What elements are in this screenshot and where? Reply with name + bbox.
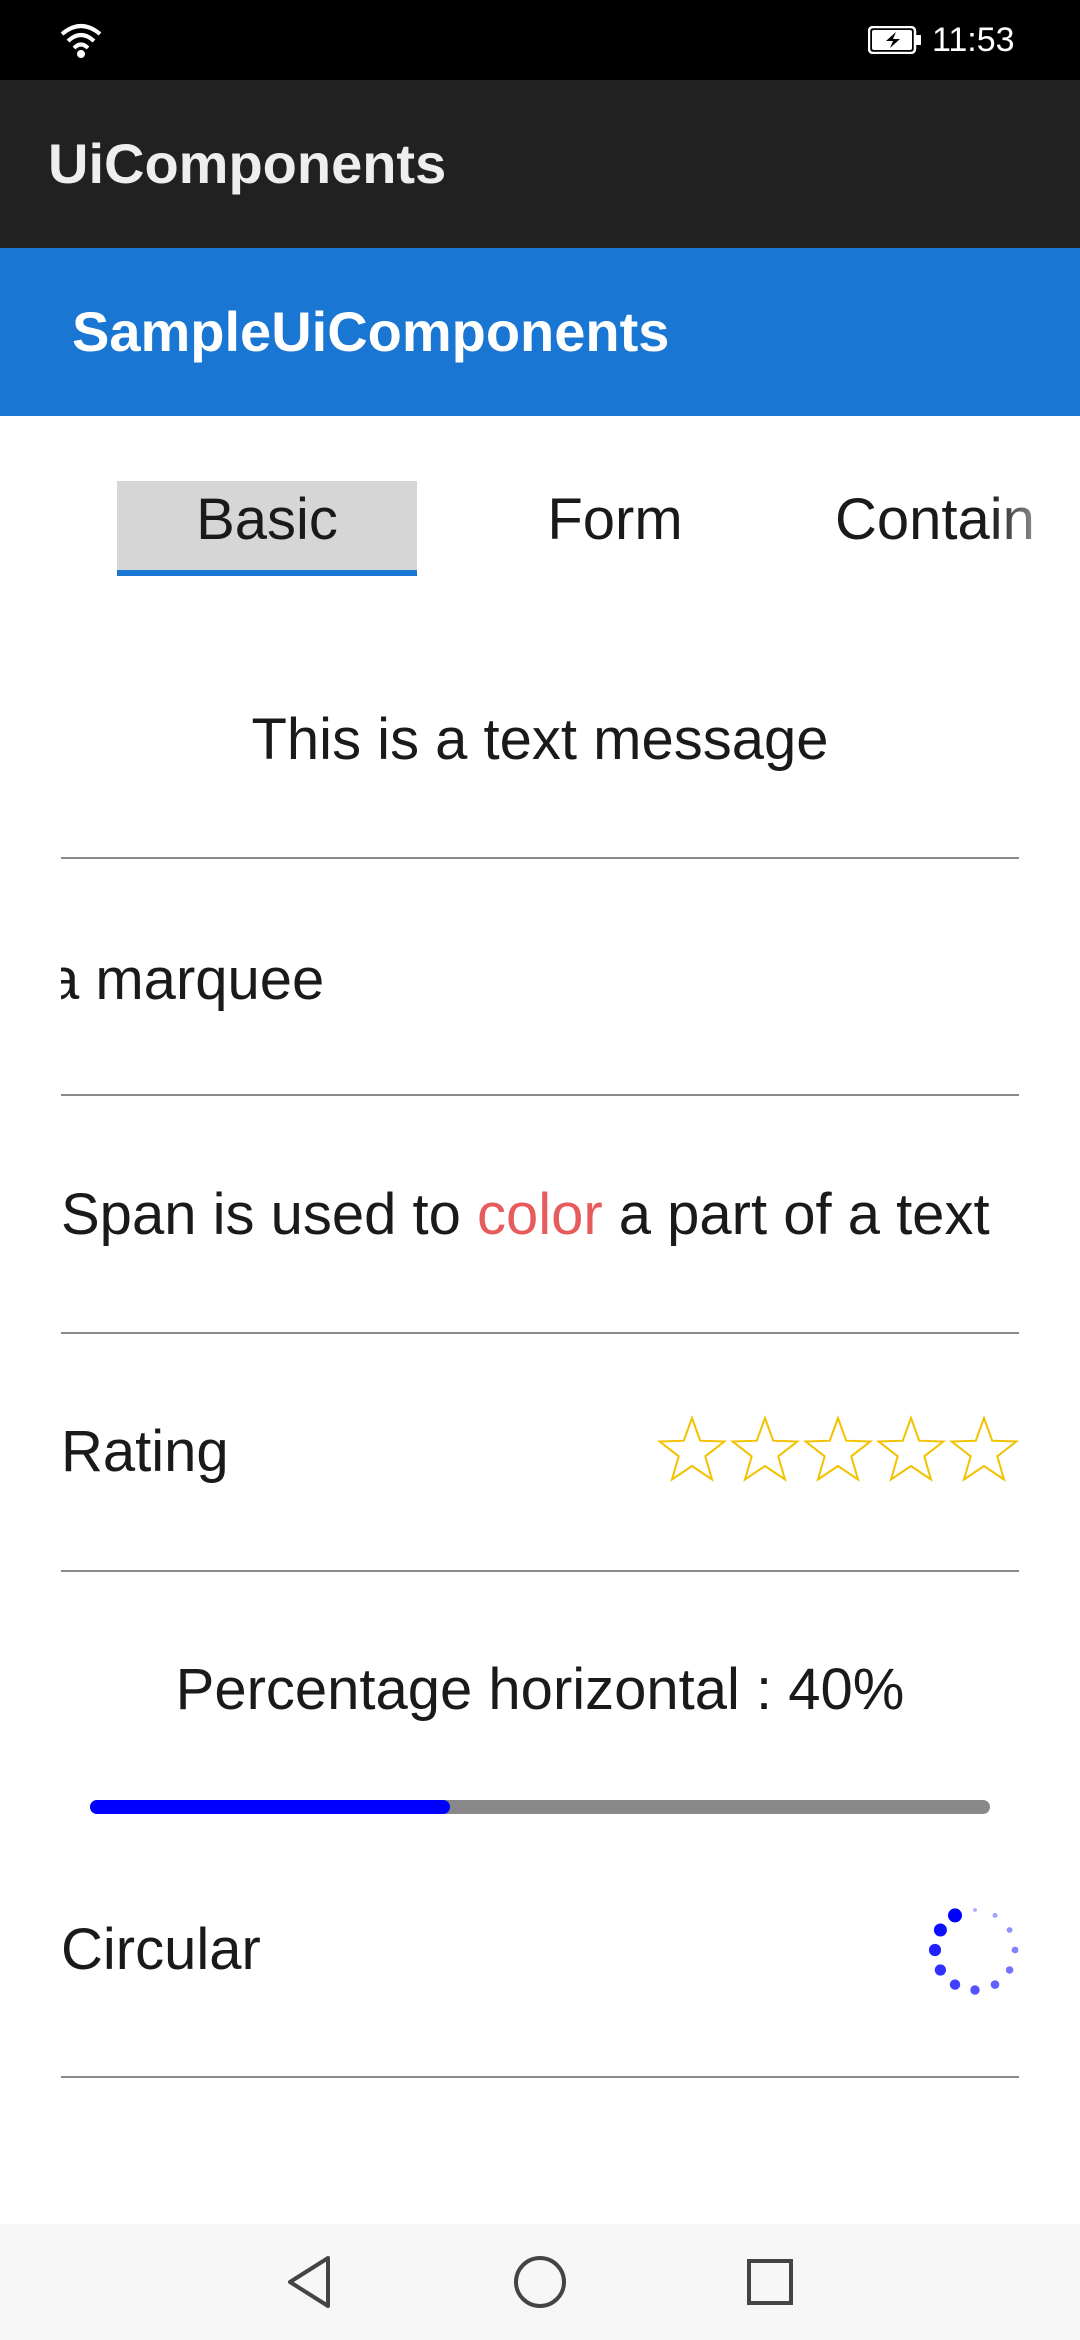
divider <box>61 1094 1019 1096</box>
system-nav-bar <box>0 2224 1080 2340</box>
rating-star-icon[interactable] <box>802 1415 874 1482</box>
tab-strip: Basic Form Contain <box>0 416 1080 616</box>
app-bar: UiComponents <box>0 80 1080 248</box>
spinner-dot <box>992 1912 998 1918</box>
divider <box>61 2076 1019 2078</box>
span-text-colored: color <box>476 1182 603 1247</box>
home-circle-icon[interactable] <box>510 2252 570 2312</box>
spinner-dot <box>1011 1946 1019 1954</box>
spinner-dot <box>928 1943 942 1957</box>
recents-square-icon[interactable] <box>740 2252 800 2312</box>
rating-star-icon[interactable] <box>729 1415 801 1482</box>
spinner-dot <box>973 1908 977 1912</box>
tab-form[interactable]: Form <box>500 481 730 576</box>
spinner-dot <box>1006 1927 1013 1933</box>
progress-fill <box>90 1800 450 1814</box>
app-title: UiComponents <box>48 132 447 195</box>
back-triangle-icon[interactable] <box>280 2252 340 2312</box>
sample-header: SampleUiComponents <box>0 248 1080 416</box>
circular-progress-spinner <box>928 1908 1019 1995</box>
percentage-label: Percentage horizontal : 40% <box>175 1657 905 1722</box>
spinner-dot <box>949 1979 961 1990</box>
tab-fade-edge <box>990 416 1080 616</box>
spinner-dot <box>970 1985 980 1995</box>
spinner-dot <box>933 1923 947 1937</box>
marquee: a marquee <box>61 940 1019 1020</box>
battery-charging-icon <box>868 26 921 54</box>
spinner-dot <box>990 1980 1000 1989</box>
rating-star-icon[interactable] <box>656 1415 728 1482</box>
status-time: 11:53 <box>932 21 1015 59</box>
sample-title: SampleUiComponents <box>72 300 670 363</box>
status-bar: 11:53 <box>0 0 1080 80</box>
horizontal-progress-bar <box>90 1800 990 1814</box>
span-text: Span is used to color a part of a text <box>61 1175 990 1255</box>
rating-star-icon[interactable] <box>948 1415 1020 1482</box>
text-message: This is a text message <box>251 707 829 772</box>
span-text-before: Span is used to <box>61 1182 477 1247</box>
spinner-dot <box>1005 1966 1014 1974</box>
spinner-dot <box>948 1908 962 1923</box>
tab-form-label: Form <box>547 487 683 552</box>
circular-label: Circular <box>61 1917 261 1982</box>
span-text-after: a part of a text <box>602 1182 990 1247</box>
marquee-text: a marquee <box>61 947 325 1012</box>
spinner-dot <box>934 1964 946 1976</box>
rating-label: Rating <box>61 1419 229 1484</box>
tab-basic[interactable]: Basic <box>117 481 417 576</box>
rating-star-icon[interactable] <box>875 1415 947 1482</box>
divider <box>61 1332 1019 1334</box>
tab-basic-label: Basic <box>196 487 338 552</box>
rating-bar[interactable] <box>656 1410 1020 1490</box>
divider <box>61 857 1019 859</box>
wifi-icon <box>60 24 102 58</box>
tab-selected-indicator <box>117 570 417 576</box>
divider <box>61 1570 1019 1572</box>
